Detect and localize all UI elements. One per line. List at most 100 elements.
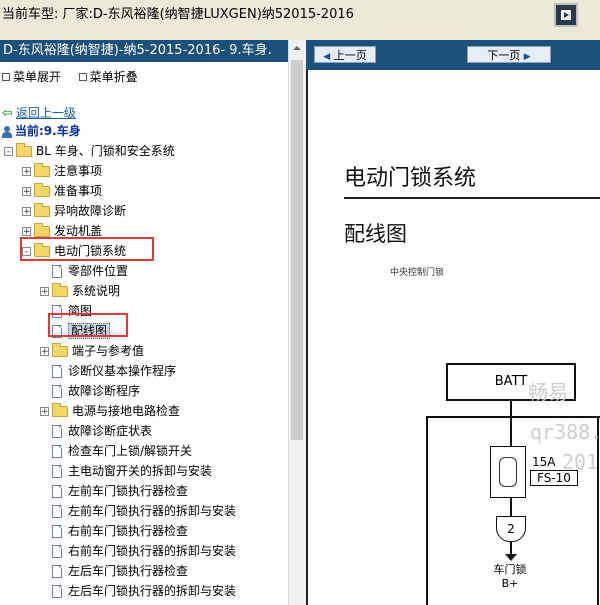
vehicle-title: 当前车型: 厂家:D-东风裕隆(纳智捷LUXGEN)纳52015-2016 bbox=[2, 7, 354, 22]
scroll-thumb[interactable] bbox=[291, 60, 303, 440]
tree-item[interactable]: + 端子与参考值 bbox=[40, 342, 144, 360]
tree-item[interactable]: + 异响故障诊断 bbox=[22, 202, 126, 220]
tree-item-label: 发动机盖 bbox=[54, 224, 103, 238]
nav-forward-icon[interactable] bbox=[554, 3, 578, 27]
document-icon bbox=[52, 565, 62, 578]
back-link-row[interactable]: ⇦ 返回上一级 bbox=[2, 104, 76, 122]
folder-icon bbox=[34, 203, 50, 217]
doc-rule bbox=[344, 197, 600, 199]
tree-item[interactable]: 检查车门上锁/解锁开关 bbox=[40, 442, 192, 460]
tree-item[interactable]: 主电动窗开关的拆卸与安装 bbox=[40, 462, 212, 480]
tree-item-label: 主电动窗开关的拆卸与安装 bbox=[68, 464, 213, 478]
folder-icon bbox=[52, 403, 68, 417]
prev-arrow-icon: ◀ bbox=[323, 52, 331, 62]
watermark: 畅易 bbox=[528, 380, 568, 404]
expand-toggle-icon[interactable]: + bbox=[22, 167, 31, 177]
tree-item[interactable]: + 准备事项 bbox=[22, 182, 102, 200]
tree-item-label: 电源与接地电路检查 bbox=[72, 404, 181, 418]
wiring-diagram: BATT 15A FS-10 2 车门锁 B+ bbox=[306, 310, 600, 605]
doc-caption: 中央控制门锁 bbox=[390, 268, 445, 278]
document-icon bbox=[52, 385, 62, 398]
back-link[interactable]: 返回上一级 bbox=[16, 106, 76, 120]
document-icon bbox=[52, 585, 62, 598]
tree-item[interactable]: 左前车门锁执行器的拆卸与安装 bbox=[40, 502, 236, 520]
folder-icon bbox=[16, 143, 32, 157]
collapse-all-button[interactable]: 菜单折叠 bbox=[90, 70, 138, 84]
tree-header: D-东风裕隆(纳智捷)-纳5-2015-2016- 9.车身. bbox=[0, 40, 288, 62]
frame bbox=[597, 416, 599, 605]
document-icon bbox=[52, 365, 62, 378]
next-arrow-icon: ▶ bbox=[523, 52, 531, 62]
expand-toggle-icon[interactable]: + bbox=[22, 207, 31, 217]
document-icon bbox=[52, 265, 62, 278]
expand-toggle-icon[interactable]: + bbox=[22, 187, 31, 197]
document-icon bbox=[52, 425, 62, 438]
tree-item-label: 左前车门锁执行器检查 bbox=[68, 484, 189, 498]
tree-item-label: 左前车门锁执行器的拆卸与安装 bbox=[68, 504, 237, 518]
expand-toggle-icon[interactable]: + bbox=[40, 287, 49, 297]
tree-item[interactable]: 左后车门锁执行器的拆卸与安装 bbox=[40, 582, 236, 600]
tree-item[interactable]: 右前车门锁执行器检查 bbox=[40, 522, 188, 540]
tree-item[interactable]: 左后车门锁执行器检查 bbox=[40, 562, 188, 580]
wire bbox=[510, 498, 512, 516]
tree-item[interactable]: 诊断仪基本操作程序 bbox=[40, 362, 176, 380]
frame bbox=[426, 416, 600, 418]
tree-item[interactable]: 零部件位置 bbox=[40, 262, 128, 280]
tree-item-label: 左后车门锁执行器的拆卸与安装 bbox=[68, 584, 237, 598]
tree-item[interactable]: - BL 车身、门锁和安全系统 bbox=[4, 142, 175, 160]
tree-item[interactable]: 故障诊断症状表 bbox=[40, 422, 152, 440]
folder-icon bbox=[34, 163, 50, 177]
folder-icon bbox=[34, 183, 50, 197]
connector-pin: 2 bbox=[496, 516, 526, 542]
highlight-box-folder bbox=[20, 237, 154, 261]
expand-toggle-icon[interactable]: + bbox=[40, 347, 49, 357]
tree-item[interactable]: 右前车门锁执行器的拆卸与安装 bbox=[40, 542, 236, 560]
tree-item-label: BL 车身、门锁和安全系统 bbox=[36, 144, 175, 158]
tree-item[interactable]: + 注意事项 bbox=[22, 162, 102, 180]
document-icon bbox=[52, 545, 62, 558]
left-panel: D-东风裕隆(纳智捷)-纳5-2015-2016- 9.车身. 菜单展开 菜单折… bbox=[0, 40, 288, 605]
folder-icon bbox=[52, 283, 68, 297]
document-icon bbox=[52, 485, 62, 498]
tree-item-label: 右前车门锁执行器的拆卸与安装 bbox=[68, 544, 237, 558]
wire bbox=[510, 418, 512, 446]
tree-item-label: 故障诊断程序 bbox=[68, 384, 141, 398]
tree-item-label: 准备事项 bbox=[54, 184, 103, 198]
current-icon bbox=[2, 125, 12, 138]
tree-item-label: 异响故障诊断 bbox=[54, 204, 127, 218]
fuse-amp: 15A bbox=[532, 455, 556, 469]
tree-scrollbar[interactable] bbox=[288, 40, 306, 605]
tree-item-label: 系统说明 bbox=[72, 284, 121, 298]
highlight-box-item bbox=[48, 313, 128, 337]
menu-row: 菜单展开 菜单折叠 bbox=[2, 68, 138, 85]
page-nav-bar: ◀ 上一页 下一页 ▶ bbox=[306, 40, 600, 70]
tree-item[interactable]: 左前车门锁执行器检查 bbox=[40, 482, 188, 500]
tree-item-label: 左后车门锁执行器检查 bbox=[68, 564, 189, 578]
expand-toggle-icon[interactable]: + bbox=[22, 227, 31, 237]
watermark: qr388.c bbox=[530, 420, 600, 444]
doc-subtitle: 配线图 bbox=[344, 222, 407, 246]
tree-item-label: 零部件位置 bbox=[68, 264, 129, 278]
next-page-button[interactable]: 下一页 ▶ bbox=[467, 46, 551, 63]
tree-item-label: 注意事项 bbox=[54, 164, 103, 178]
collapse-icon bbox=[78, 73, 87, 81]
prev-page-button[interactable]: ◀ 上一页 bbox=[314, 46, 376, 63]
current-label: 当前:9.车身 bbox=[15, 124, 81, 138]
tree-item-label: 故障诊断症状表 bbox=[68, 424, 153, 438]
tree-item-label: 端子与参考值 bbox=[72, 344, 145, 358]
current-row: 当前:9.车身 bbox=[2, 122, 81, 140]
back-arrow-icon: ⇦ bbox=[2, 106, 13, 121]
expand-all-button[interactable]: 菜单展开 bbox=[13, 70, 61, 84]
expand-toggle-icon[interactable]: + bbox=[40, 407, 49, 417]
lock-label: 车门锁 B+ bbox=[493, 563, 527, 590]
frame bbox=[426, 416, 428, 605]
tree-item[interactable]: + 系统说明 bbox=[40, 282, 120, 300]
top-bar: 当前车型: 厂家:D-东风裕隆(纳智捷LUXGEN)纳52015-2016 bbox=[0, 0, 600, 41]
tree-item[interactable]: 故障诊断程序 bbox=[40, 382, 140, 400]
folder-icon bbox=[34, 223, 50, 237]
fuse-symbol bbox=[490, 446, 526, 498]
scroll-up-arrow-icon[interactable] bbox=[289, 40, 306, 57]
tree-item[interactable]: + 电源与接地电路检查 bbox=[40, 402, 180, 420]
collapse-toggle-icon[interactable]: - bbox=[4, 147, 13, 157]
tree-item-label: 右前车门锁执行器检查 bbox=[68, 524, 189, 538]
